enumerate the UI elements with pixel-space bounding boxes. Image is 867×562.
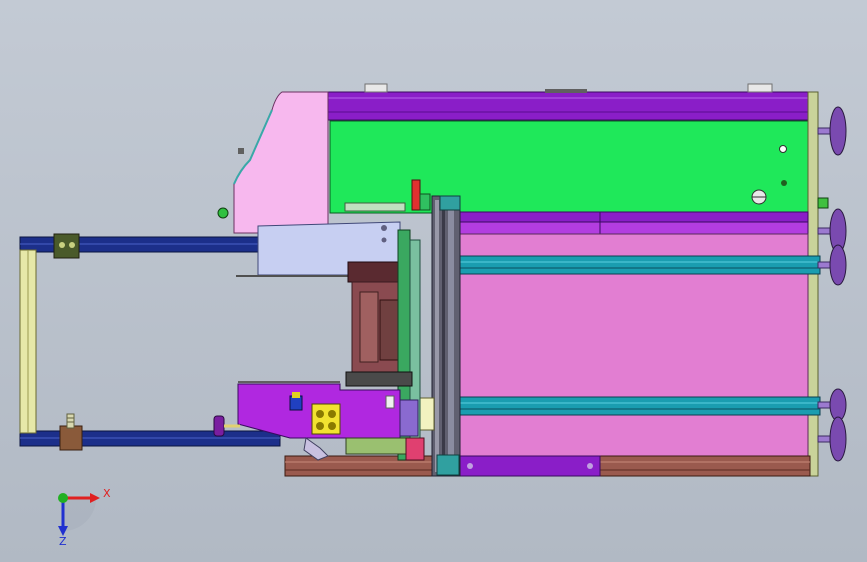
central-column [419, 195, 461, 477]
upper-bracket [53, 233, 80, 259]
foot-2 [817, 197, 829, 209]
teal-bar-upper [459, 255, 821, 275]
leveling-feet [817, 106, 847, 462]
y-axis-dot [58, 493, 68, 503]
lower-bracket [59, 425, 83, 451]
lower-carriage [213, 381, 425, 461]
yellow-motor-block [311, 403, 341, 435]
foot-3 [817, 208, 847, 254]
foot-5 [817, 388, 847, 422]
bottom-purple-block [459, 455, 601, 477]
foot-6 [817, 416, 847, 462]
coordinate-triad: X Z [58, 487, 111, 548]
green-panel [329, 120, 809, 214]
foot-1 [817, 106, 847, 156]
foot-4 [817, 244, 847, 286]
x-axis-label: X [103, 487, 111, 500]
cad-assembly-view: X Z [19, 83, 847, 548]
right-end-plate [807, 91, 819, 477]
top-purple-beam [327, 91, 811, 121]
teal-bar-lower [459, 396, 821, 416]
z-axis-label: Z [59, 535, 67, 548]
mid-purple-strip [454, 211, 809, 223]
